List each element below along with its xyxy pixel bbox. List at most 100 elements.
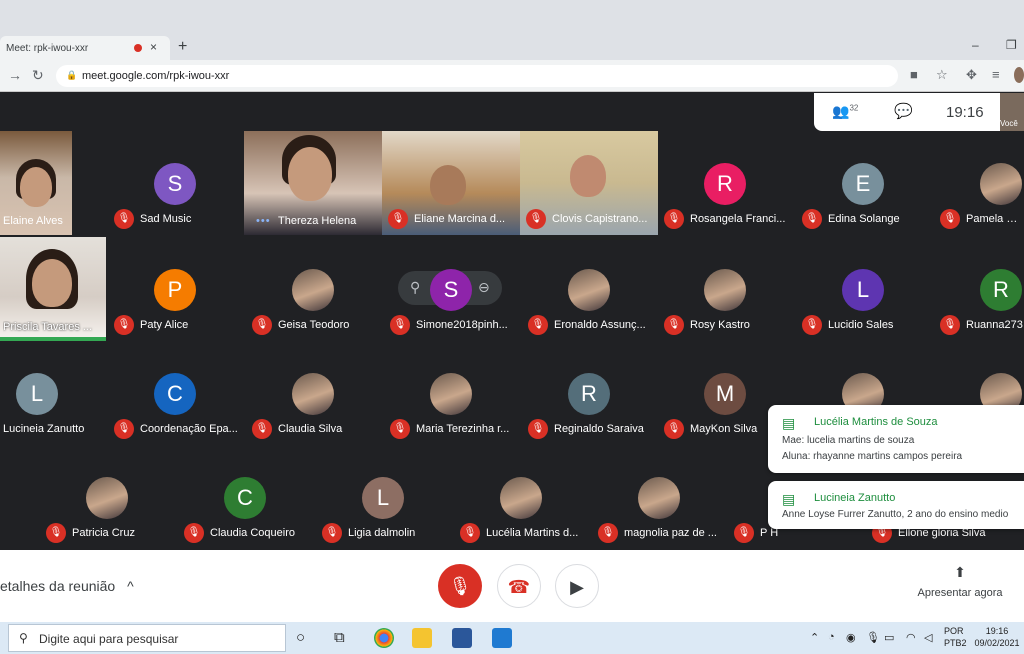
- participant-avatar: S: [430, 269, 472, 311]
- participant-tile-priscila-tavares[interactable]: Priscila Tavares ...: [0, 237, 106, 337]
- forward-arrow-icon[interactable]: →: [8, 67, 22, 83]
- participant-name: MayKon Silva: [690, 423, 758, 435]
- participant-avatar: S: [154, 163, 196, 205]
- mic-off-icon: 🎙: [252, 315, 272, 335]
- tray-network-icon[interactable]: ▭: [884, 631, 894, 644]
- participant-photo-avatar: [292, 269, 334, 311]
- participant-photo-avatar: [704, 269, 746, 311]
- participant-name: Claudia Silva: [278, 423, 343, 435]
- tray-app-icon[interactable]: ◔: [828, 631, 835, 643]
- participant-name: Edina Solange: [828, 213, 900, 225]
- wifi-icon[interactable]: ◠: [906, 631, 916, 644]
- pin-icon[interactable]: ⚲: [410, 279, 420, 296]
- participant-avatar: C: [224, 477, 266, 519]
- chat-icon[interactable]: 💬: [894, 102, 913, 120]
- volume-icon[interactable]: ◁: [924, 631, 932, 644]
- minimize-button[interactable]: –: [972, 38, 979, 52]
- video-face: [20, 167, 52, 207]
- tray-mic-icon[interactable]: 🎙: [866, 631, 880, 644]
- mic-off-icon: 🎙: [664, 209, 684, 229]
- tab-meet[interactable]: Meet: rpk-iwou-xxr ×: [0, 36, 170, 60]
- lock-icon: 🔒: [66, 70, 78, 80]
- participant-name: Rosy Kastro: [690, 319, 750, 331]
- url-text: meet.google.com/rpk-iwou-xxr: [82, 70, 230, 82]
- participant-photo-avatar: [638, 477, 680, 519]
- tray-expand-icon[interactable]: ⌃: [810, 631, 819, 644]
- remove-icon[interactable]: ⊖: [478, 279, 490, 296]
- participant-name: Geisa Teodoro: [278, 319, 350, 331]
- participant-name: Reginaldo Saraiva: [554, 423, 644, 435]
- task-view-icon[interactable]: ⧉: [334, 629, 345, 646]
- active-speaker-bar: [0, 337, 106, 341]
- message-icon: ▤: [782, 491, 796, 507]
- tab-title: Meet: rpk-iwou-xxr: [6, 43, 89, 54]
- chrome-app-icon[interactable]: [374, 628, 394, 648]
- chat-sender: Lucineia Zanutto: [814, 492, 896, 504]
- cortana-icon[interactable]: ○: [296, 629, 305, 646]
- self-view-tile[interactable]: Você: [1000, 93, 1024, 131]
- mic-off-icon: 🎙: [448, 576, 472, 596]
- participant-avatar: R: [980, 269, 1022, 311]
- taskbar-clock[interactable]: 19:16 09/02/2021: [974, 625, 1020, 649]
- photos-app-icon[interactable]: [492, 628, 512, 648]
- bookmark-star-icon[interactable]: ☆: [936, 67, 948, 83]
- participant-name: Coordenação Epa...: [140, 423, 238, 435]
- participant-avatar: R: [568, 373, 610, 415]
- meeting-top-info: 👥32 💬 19:16 Você: [814, 93, 1024, 131]
- file-explorer-icon[interactable]: [412, 628, 432, 648]
- participants-button[interactable]: 👥32: [832, 103, 858, 120]
- keyboard-layout: PTB2: [944, 638, 967, 648]
- mic-off-icon: 🎙: [460, 523, 480, 543]
- participant-tile-eliane-marcina[interactable]: 🎙 Eliane Marcina d...: [382, 131, 520, 235]
- meeting-details-label: etalhes da reunião: [0, 578, 116, 594]
- mic-toggle-button[interactable]: 🎙: [438, 564, 482, 608]
- mic-off-icon: 🎙: [388, 209, 408, 229]
- profile-avatar[interactable]: [1014, 67, 1024, 83]
- media-control-icon[interactable]: ≡: [992, 67, 1000, 82]
- word-app-icon[interactable]: [452, 628, 472, 648]
- camera-toggle-button[interactable]: ▶: [555, 564, 599, 608]
- mic-off-icon: 🎙: [528, 419, 548, 439]
- hang-up-button[interactable]: ☎: [497, 564, 541, 608]
- present-now-label: Apresentar agora: [917, 587, 1003, 599]
- present-now-button[interactable]: ⬆ Apresentar agora: [910, 564, 1010, 599]
- participant-name: Rosangela Franci...: [690, 213, 786, 225]
- participant-name: Simone2018pinh...: [416, 319, 508, 331]
- mic-off-icon: 🎙: [114, 419, 134, 439]
- participant-tile-elaine-alves[interactable]: Elaine Alves: [0, 131, 72, 235]
- participant-tile-thereza-helena[interactable]: ••• Thereza Helena: [244, 131, 382, 235]
- mic-off-icon: 🎙: [390, 315, 410, 335]
- chat-notification[interactable]: ▤ Lucineia Zanutto Anne Loyse Furrer Zan…: [768, 481, 1024, 529]
- chat-notification[interactable]: ▤ Lucélia Martins de Souza Mae: lucelia …: [768, 405, 1024, 473]
- language-code: POR: [944, 626, 964, 636]
- restore-button[interactable]: ❐: [1006, 38, 1017, 52]
- participant-avatar: R: [704, 163, 746, 205]
- participant-name: Ligia dalmolin: [348, 527, 416, 539]
- participant-tile-clovis-capistrano[interactable]: 🎙 Clovis Capistrano...: [520, 131, 658, 235]
- participant-avatar: L: [842, 269, 884, 311]
- recording-dot-icon: [134, 44, 142, 52]
- reload-icon[interactable]: ↻: [32, 67, 44, 84]
- participant-avatar: C: [154, 373, 196, 415]
- participant-name: Patricia Cruz: [72, 527, 135, 539]
- tab-close-icon[interactable]: ×: [150, 40, 157, 54]
- participant-avatar: L: [16, 373, 58, 415]
- self-label: Você: [1000, 119, 1018, 128]
- video-face: [288, 147, 332, 201]
- taskbar-search[interactable]: ⚲ Digite aqui para pesquisar: [8, 624, 286, 652]
- meeting-details-button[interactable]: etalhes da reunião ^: [0, 578, 134, 594]
- participant-name: Claudia Coqueiro: [210, 527, 295, 539]
- mic-off-icon: 🎙: [322, 523, 342, 543]
- phone-hangup-icon: ☎: [507, 577, 531, 597]
- input-language[interactable]: POR PTB2: [944, 625, 967, 649]
- chat-line: Anne Loyse Furrer Zanutto, 2 ano do ensi…: [782, 509, 1009, 520]
- new-tab-button[interactable]: +: [178, 38, 187, 56]
- mic-off-icon: 🎙: [114, 315, 134, 335]
- mic-off-icon: 🎙: [940, 315, 960, 335]
- url-bar[interactable]: 🔒 meet.google.com/rpk-iwou-xxr: [56, 65, 898, 87]
- extensions-icon[interactable]: ✥: [966, 67, 977, 83]
- video-face: [430, 165, 466, 205]
- address-toolbar: → ↻ 🔒 meet.google.com/rpk-iwou-xxr ■ ☆ ✥…: [0, 60, 1024, 92]
- tray-chrome-icon[interactable]: ◉: [846, 631, 856, 644]
- camera-indicator-icon[interactable]: ■: [910, 67, 918, 82]
